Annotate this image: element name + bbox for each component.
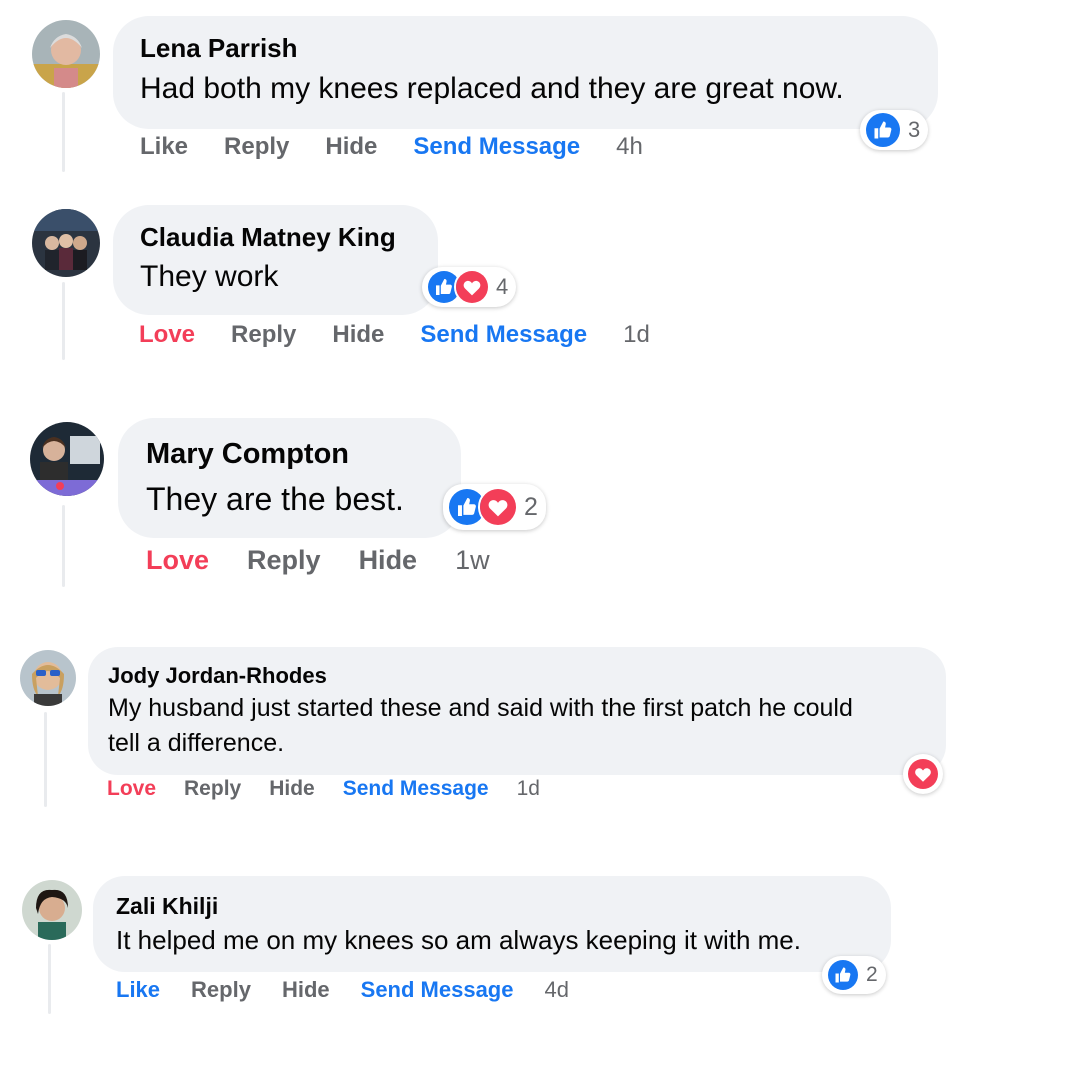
comment-text-line-2: tell a difference. (108, 729, 285, 757)
reaction-summary[interactable]: 2 (822, 956, 886, 994)
hide-button[interactable]: Hide (325, 133, 377, 161)
heart-icon (454, 269, 490, 305)
commenter-name[interactable]: Jody Jordan-Rhodes (108, 663, 327, 689)
timestamp[interactable]: 4h (616, 133, 643, 161)
comment-actions: Love Reply Hide Send Message 1d (139, 321, 650, 349)
commenter-name[interactable]: Claudia Matney King (140, 222, 396, 253)
avatar[interactable] (30, 422, 104, 496)
like-icon (864, 111, 902, 149)
avatar[interactable] (20, 650, 76, 706)
hide-button[interactable]: Hide (359, 545, 418, 576)
avatar[interactable] (32, 209, 100, 277)
heart-icon (478, 487, 518, 527)
hide-button[interactable]: Hide (269, 777, 315, 801)
thread-line (62, 92, 65, 172)
comment-bubble (93, 876, 891, 972)
reply-button[interactable]: Reply (231, 321, 296, 349)
thread-line (62, 282, 65, 360)
reaction-summary[interactable]: 2 (443, 484, 546, 530)
thread-line (48, 944, 51, 1014)
love-button[interactable]: Love (107, 777, 156, 801)
reply-button[interactable]: Reply (247, 545, 321, 576)
like-button[interactable]: Like (116, 977, 160, 1003)
thread-line (62, 505, 65, 587)
reaction-count: 3 (908, 117, 921, 142)
commenter-name[interactable]: Lena Parrish (140, 33, 298, 64)
send-message-button[interactable]: Send Message (413, 133, 580, 161)
comment-text: They work (140, 260, 279, 293)
send-message-button[interactable]: Send Message (343, 777, 489, 801)
comment-actions: Like Reply Hide Send Message 4d (116, 977, 569, 1003)
timestamp[interactable]: 1w (455, 545, 490, 576)
reply-button[interactable]: Reply (184, 777, 241, 801)
reaction-count: 2 (866, 963, 878, 986)
comment-actions: Love Reply Hide Send Message 1d (107, 777, 540, 801)
comment-bubble (118, 418, 461, 538)
hide-button[interactable]: Hide (282, 977, 330, 1003)
love-button[interactable]: Love (139, 321, 195, 349)
timestamp[interactable]: 4d (544, 977, 568, 1003)
commenter-name[interactable]: Mary Compton (146, 438, 349, 471)
comment-text-line-1: My husband just started these and said w… (108, 694, 853, 722)
heart-icon (906, 757, 940, 791)
love-button[interactable]: Love (146, 545, 209, 576)
reaction-summary[interactable]: 3 (860, 110, 929, 150)
commenter-name[interactable]: Zali Khilji (116, 893, 218, 920)
like-icon (826, 958, 860, 992)
reaction-summary[interactable] (903, 754, 943, 794)
reaction-summary[interactable]: 4 (422, 267, 517, 307)
reaction-count: 2 (524, 492, 538, 521)
avatar[interactable] (22, 880, 82, 940)
comment-text: It helped me on my knees so am always ke… (116, 925, 801, 955)
comment-text: They are the best. (146, 481, 404, 517)
send-message-button[interactable]: Send Message (361, 977, 514, 1003)
avatar[interactable] (32, 20, 100, 88)
reply-button[interactable]: Reply (224, 133, 289, 161)
send-message-button[interactable]: Send Message (420, 321, 587, 349)
like-button[interactable]: Like (140, 133, 188, 161)
thread-line (44, 712, 47, 807)
reply-button[interactable]: Reply (191, 977, 251, 1003)
timestamp[interactable]: 1d (517, 777, 540, 801)
reaction-count: 4 (496, 274, 509, 299)
comment-actions: Love Reply Hide 1w (146, 545, 490, 576)
comment-text: Had both my knees replaced and they are … (140, 72, 844, 105)
hide-button[interactable]: Hide (332, 321, 384, 349)
comment-actions: Like Reply Hide Send Message 4h (140, 133, 643, 161)
timestamp[interactable]: 1d (623, 321, 650, 349)
